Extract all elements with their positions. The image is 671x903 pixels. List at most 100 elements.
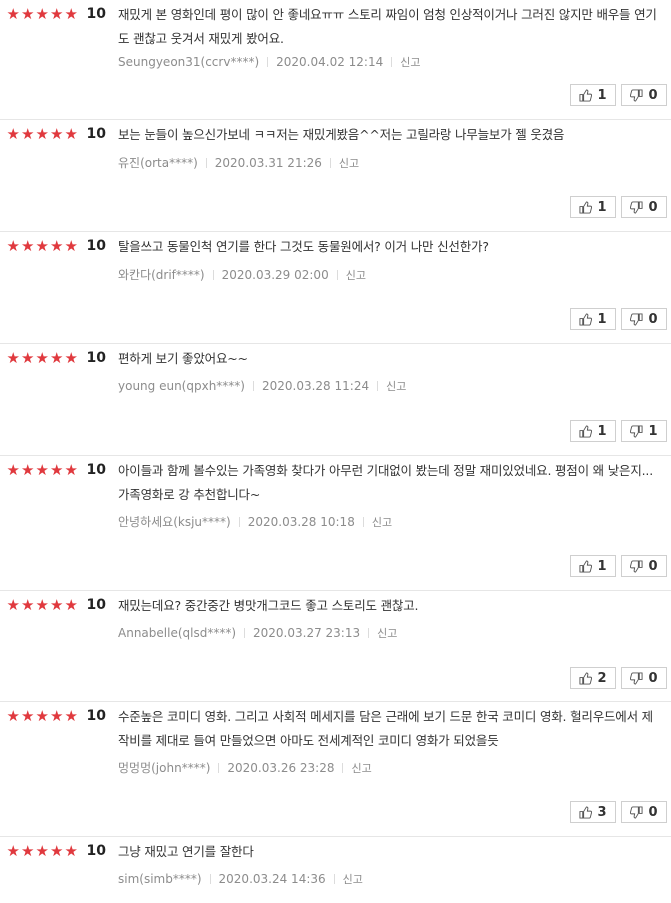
dislike-button[interactable]: 0 <box>621 308 667 330</box>
star-icon: ★ <box>50 596 64 614</box>
rating: ★ ★ ★ ★ ★ 10 <box>6 350 106 366</box>
review-item: ★ ★ ★ ★ ★ 10 재밌는데요? 중간중간 병맛개그코드 좋고 스토리도 괜찮고.… <box>0 591 671 702</box>
divider <box>368 628 370 638</box>
report-link[interactable]: 신고 <box>346 267 366 283</box>
star-rating-icons: ★ ★ ★ ★ ★ <box>6 126 79 142</box>
thumbs-up-icon <box>579 559 593 573</box>
rating: ★ ★ ★ ★ ★ 10 <box>6 843 106 859</box>
thumbs-down-icon <box>630 200 644 214</box>
like-button[interactable]: 3 <box>570 801 616 823</box>
like-count: 1 <box>597 199 607 215</box>
star-icon: ★ <box>21 842 35 860</box>
dislike-button[interactable]: 0 <box>621 555 667 577</box>
divider <box>209 874 211 884</box>
star-icon: ★ <box>21 125 35 143</box>
rating-score: 10 <box>86 843 106 859</box>
star-icon: ★ <box>21 349 35 367</box>
review-author[interactable]: 멍멍멍(john****) <box>118 759 210 776</box>
review-text: 탈을쓰고 동물인척 연기를 한다 그것도 동물원에서? 이거 나만 신선한가? <box>118 239 489 254</box>
like-button[interactable]: 1 <box>570 308 616 330</box>
star-rating-icons: ★ ★ ★ ★ ★ <box>6 708 79 724</box>
review-date: 2020.03.28 11:24 <box>261 379 370 393</box>
star-icon: ★ <box>64 349 78 367</box>
rating-score: 10 <box>86 597 106 613</box>
dislike-button[interactable]: 1 <box>621 420 667 442</box>
dislike-button[interactable]: 0 <box>621 667 667 689</box>
like-button[interactable]: 1 <box>570 420 616 442</box>
dislike-button[interactable]: 0 <box>621 84 667 106</box>
like-count: 1 <box>597 87 607 103</box>
like-button[interactable]: 2 <box>570 667 616 689</box>
review-meta: Seungyeon31(ccrv****) 2020.04.02 12:14 신… <box>118 54 420 70</box>
review-author[interactable]: Annabelle(qlsd****) <box>118 626 236 640</box>
review-author[interactable]: Seungyeon31(ccrv****) <box>118 55 259 69</box>
thumbs-up-icon <box>579 805 593 819</box>
rating: ★ ★ ★ ★ ★ 10 <box>6 126 106 142</box>
star-icon: ★ <box>64 237 78 255</box>
divider <box>377 381 379 391</box>
star-icon: ★ <box>50 349 64 367</box>
report-link[interactable]: 신고 <box>372 514 392 530</box>
like-count: 3 <box>597 804 607 820</box>
vote-buttons: 1 0 <box>570 196 667 218</box>
review-author[interactable]: young eun(qpxh****) <box>118 379 245 393</box>
rating: ★ ★ ★ ★ ★ 10 <box>6 238 106 254</box>
report-link[interactable]: 신고 <box>377 625 397 641</box>
vote-buttons: 1 0 <box>570 84 667 106</box>
star-icon: ★ <box>64 707 78 725</box>
thumbs-up-icon <box>579 312 593 326</box>
report-link[interactable]: 신고 <box>343 871 363 887</box>
review-meta: young eun(qpxh****) 2020.03.28 11:24 신고 <box>118 378 406 394</box>
star-icon: ★ <box>64 125 78 143</box>
review-author[interactable]: 와칸다(drif****) <box>118 266 205 283</box>
star-rating-icons: ★ ★ ★ ★ ★ <box>6 238 79 254</box>
divider <box>244 628 246 638</box>
review-date: 2020.03.27 23:13 <box>253 626 361 640</box>
dislike-count: 0 <box>648 87 658 103</box>
review-meta: 안녕하세요(ksju****) 2020.03.28 10:18 신고 <box>118 513 392 530</box>
review-item: ★ ★ ★ ★ ★ 10 보는 눈들이 높으신가보네 ㅋㅋ저는 재밌게봤음^^저는 고릴… <box>0 120 671 232</box>
dislike-count: 1 <box>648 423 658 439</box>
review-author[interactable]: 안녕하세요(ksju****) <box>118 513 231 530</box>
divider <box>205 157 207 168</box>
vote-buttons: 2 0 <box>570 667 667 689</box>
review-date: 2020.03.26 23:28 <box>227 760 335 775</box>
report-link[interactable]: 신고 <box>386 378 406 394</box>
thumbs-down-icon <box>630 312 644 326</box>
rating: ★ ★ ★ ★ ★ 10 <box>6 462 106 478</box>
star-icon: ★ <box>35 237 49 255</box>
star-icon: ★ <box>35 461 49 479</box>
star-icon: ★ <box>21 707 35 725</box>
review-text: 보는 눈들이 높으신가보네 ㅋㅋ저는 재밌게봤음^^저는 고릴라랑 나무늘보가 … <box>118 127 565 142</box>
review-author[interactable]: sim(simb****) <box>118 872 202 886</box>
dislike-count: 0 <box>648 558 658 574</box>
report-link[interactable]: 신고 <box>351 760 371 776</box>
divider <box>342 762 344 773</box>
review-list: ★ ★ ★ ★ ★ 10 재밌게 본 영화인데 평이 많이 안 좋네요ㅠㅠ 스토리 짜임… <box>0 0 671 903</box>
dislike-button[interactable]: 0 <box>621 196 667 218</box>
report-link[interactable]: 신고 <box>400 54 420 70</box>
review-item: ★ ★ ★ ★ ★ 10 그냥 재밌고 연기를 잘한다 sim(simb****) 20… <box>0 837 671 903</box>
vote-buttons: 3 0 <box>570 801 667 823</box>
star-icon: ★ <box>6 461 20 479</box>
review-date: 2020.03.24 14:36 <box>218 872 326 886</box>
like-button[interactable]: 1 <box>570 555 616 577</box>
thumbs-up-icon <box>579 671 593 685</box>
review-author[interactable]: 유진(orta****) <box>118 154 198 171</box>
star-icon: ★ <box>64 461 78 479</box>
report-link[interactable]: 신고 <box>339 155 359 171</box>
review-date: 2020.03.28 10:18 <box>247 514 355 529</box>
review-text: 아이들과 함께 볼수있는 가족영화 찾다가 아무런 기대없이 봤는데 정말 재미… <box>118 463 653 502</box>
like-button[interactable]: 1 <box>570 196 616 218</box>
divider <box>391 57 393 67</box>
divider <box>252 381 254 391</box>
divider <box>267 57 269 67</box>
divider <box>238 516 240 527</box>
like-button[interactable]: 1 <box>570 84 616 106</box>
vote-buttons: 1 1 <box>570 420 667 442</box>
dislike-count: 0 <box>648 804 658 820</box>
thumbs-up-icon <box>579 200 593 214</box>
thumbs-down-icon <box>630 424 644 438</box>
dislike-button[interactable]: 0 <box>621 801 667 823</box>
rating-score: 10 <box>86 708 106 724</box>
